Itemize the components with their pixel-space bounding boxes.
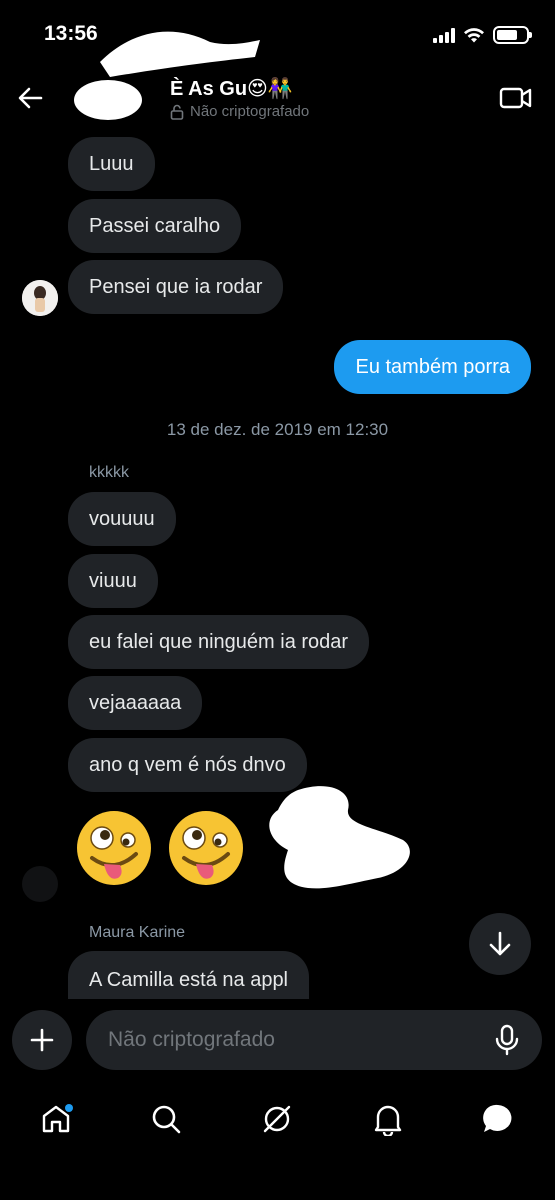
- message-timestamp: 13 de dez. de 2019 em 12:30: [166, 420, 389, 439]
- zany-face-emoji[interactable]: [166, 808, 246, 888]
- message-input-container: [86, 1010, 542, 1070]
- message-bubble[interactable]: Passei caralho: [68, 199, 242, 253]
- tab-grok[interactable]: [253, 1095, 301, 1143]
- plus-icon: [30, 1028, 54, 1052]
- home-icon: [42, 1104, 73, 1133]
- tab-home[interactable]: [32, 1095, 80, 1143]
- message-bubble[interactable]: Luuu: [68, 137, 155, 191]
- message-composer: [0, 1008, 555, 1072]
- microphone-icon: [495, 1024, 519, 1056]
- scroll-to-bottom-button[interactable]: [469, 913, 531, 975]
- message-bubble[interactable]: A Camilla está na appl: [68, 951, 310, 999]
- battery-icon: [493, 26, 532, 44]
- tab-messages[interactable]: [474, 1095, 522, 1143]
- grok-icon: [263, 1105, 291, 1133]
- tab-notifications[interactable]: [364, 1095, 412, 1143]
- battery-level: [497, 30, 517, 40]
- wifi-icon: [464, 27, 484, 42]
- messages-icon: [483, 1104, 512, 1132]
- avatar-image: [22, 280, 58, 316]
- encryption-status: Não criptografado: [170, 103, 309, 120]
- encryption-label: Não criptografado: [190, 103, 310, 120]
- video-call-icon: [499, 87, 532, 109]
- back-arrow-icon: [18, 87, 43, 109]
- message-bubble[interactable]: Pensei que ia rodar: [68, 260, 284, 314]
- redaction-scribble-emoji: [269, 786, 410, 889]
- status-icons: [433, 26, 532, 44]
- conversation-title[interactable]: È As Gu😍👫: [170, 76, 293, 101]
- message-input[interactable]: [108, 1010, 488, 1070]
- sender-name: Maura Karine: [89, 924, 186, 941]
- message-bubble[interactable]: vouuuu: [68, 492, 176, 546]
- arrow-down-icon: [489, 931, 511, 956]
- sender-name: kkkkk: [89, 464, 129, 481]
- zany-face-emoji[interactable]: [74, 808, 154, 888]
- bottom-tab-bar: [0, 1085, 555, 1151]
- message-bubble-sent[interactable]: Eu também porra: [334, 340, 531, 394]
- conversation-header: È As Gu😍👫 Não criptografado: [0, 31, 555, 130]
- status-bar: 13:56: [0, 0, 555, 70]
- redaction-scribble-top: [100, 31, 260, 77]
- sender-avatar-placeholder: [22, 866, 58, 902]
- back-button[interactable]: [14, 82, 46, 114]
- voice-message-button[interactable]: [492, 1024, 522, 1056]
- tab-search[interactable]: [142, 1095, 190, 1143]
- add-attachment-button[interactable]: [12, 1010, 72, 1070]
- lock-icon: [170, 104, 184, 120]
- message-bubble[interactable]: viuuu: [68, 554, 158, 608]
- sender-avatar[interactable]: [22, 280, 58, 316]
- notifications-icon: [374, 1105, 402, 1136]
- message-bubble[interactable]: eu falei que ninguém ia rodar: [68, 615, 370, 669]
- signal-icon: [433, 27, 455, 43]
- search-icon: [152, 1105, 181, 1134]
- message-bubble[interactable]: vejaaaaaa: [68, 676, 203, 730]
- video-call-button[interactable]: [499, 84, 533, 112]
